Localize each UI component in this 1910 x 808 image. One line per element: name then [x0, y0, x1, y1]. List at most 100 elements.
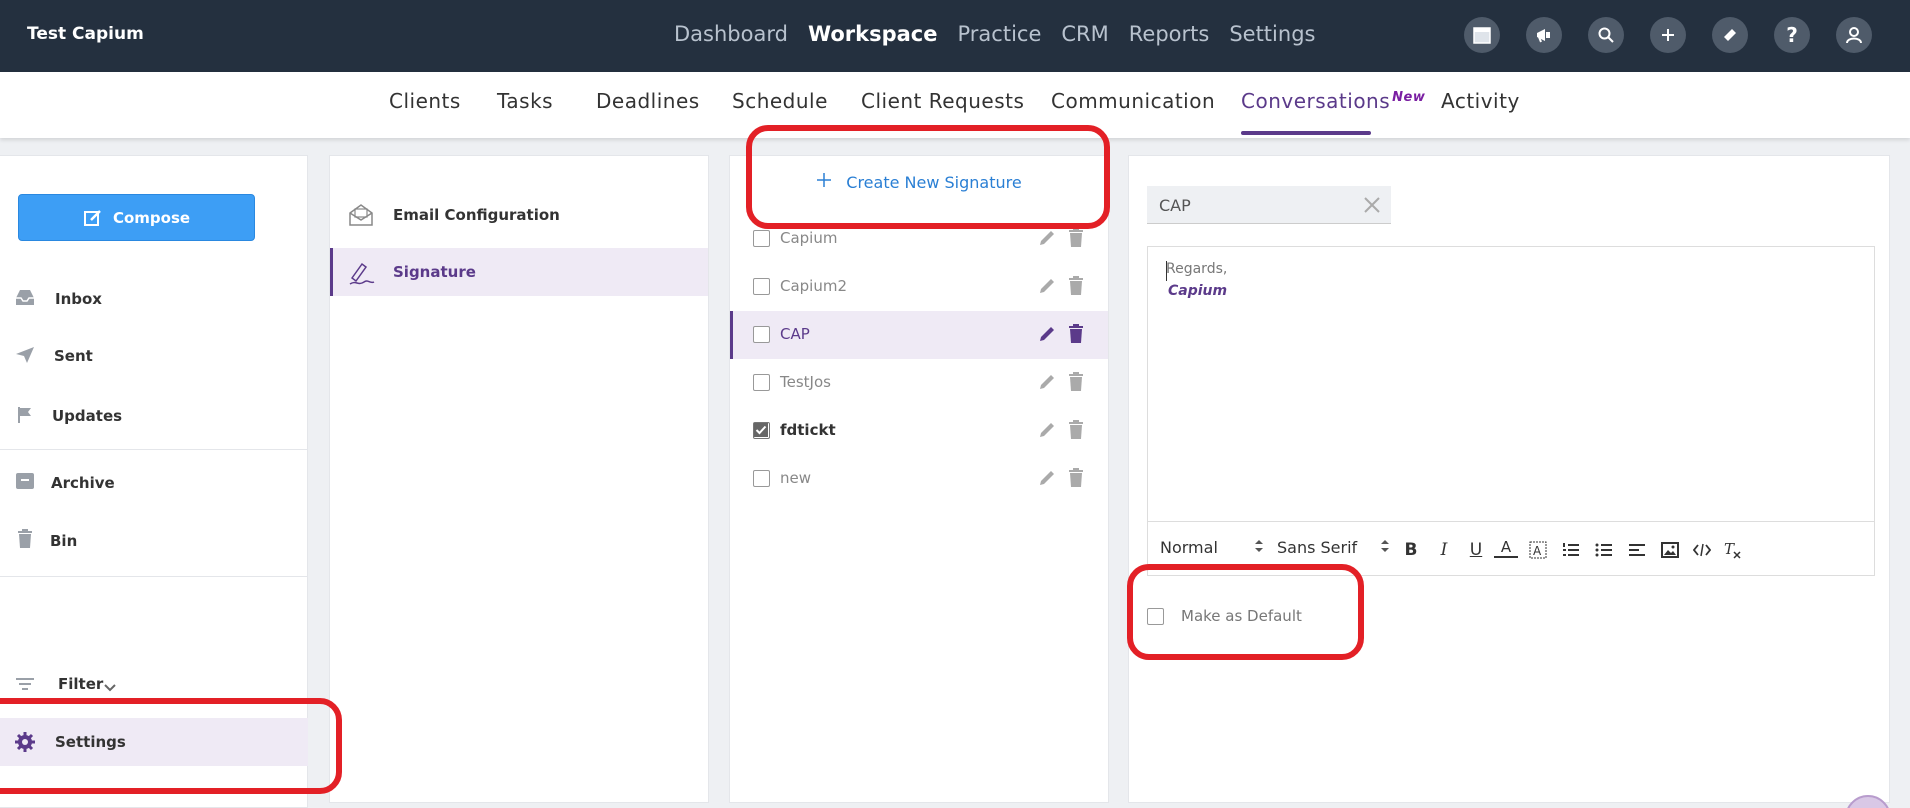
sidebar-item-bin[interactable]: Bin — [0, 516, 308, 564]
signature-name: new — [780, 469, 812, 487]
sidebar-item-archive[interactable]: Archive — [0, 458, 308, 506]
ordered-list-icon[interactable] — [1559, 538, 1583, 562]
rich-text-editor[interactable]: Regards, Capium Normal Sans Serif B I U … — [1147, 246, 1875, 576]
highlight-annotation — [1127, 564, 1364, 660]
tab-clients[interactable]: Clients — [389, 89, 461, 113]
editor-line-1: Regards, — [1166, 261, 1228, 277]
edit-icon[interactable] — [1037, 420, 1057, 444]
filter-label: Filter — [58, 675, 104, 693]
sidebar-item-updates[interactable]: Updates — [0, 392, 308, 440]
search-icon[interactable] — [1588, 17, 1624, 53]
help-icon[interactable]: ? — [1774, 17, 1810, 53]
tab-activity[interactable]: Activity — [1441, 89, 1520, 113]
nav-dashboard[interactable]: Dashboard — [674, 22, 788, 46]
svg-text:A: A — [1533, 544, 1542, 558]
bold-icon[interactable]: B — [1399, 538, 1423, 562]
signature-checkbox[interactable] — [753, 278, 770, 295]
tab-communication[interactable]: Communication — [1051, 89, 1215, 113]
nav-crm[interactable]: CRM — [1061, 22, 1108, 46]
signature-name-field[interactable]: CAP — [1147, 186, 1391, 224]
app-title[interactable]: Test Capium — [27, 24, 144, 44]
text-color-icon[interactable]: A — [1494, 538, 1518, 558]
delete-icon[interactable] — [1068, 372, 1084, 396]
tab-client-requests[interactable]: Client Requests — [861, 89, 1024, 113]
signature-icon — [348, 260, 376, 290]
signature-checkbox[interactable] — [753, 374, 770, 391]
size-select[interactable]: Normal — [1160, 538, 1218, 557]
menu-item-email-configuration[interactable]: Email Configuration — [330, 191, 708, 239]
user-icon[interactable] — [1836, 17, 1872, 53]
new-badge: New — [1392, 90, 1426, 105]
nav-practice[interactable]: Practice — [958, 22, 1042, 46]
signature-row[interactable]: new — [730, 455, 1108, 503]
signature-list-panel: Create New Signature Capium Capium2 CAP Tes… — [729, 155, 1109, 803]
tab-conversations[interactable]: Conversations New — [1241, 89, 1425, 113]
nav-reports[interactable]: Reports — [1129, 22, 1210, 46]
active-tab-indicator — [1241, 131, 1371, 135]
send-icon — [14, 344, 36, 366]
edit-icon[interactable] — [1037, 228, 1057, 252]
nav-settings[interactable]: Settings — [1229, 22, 1315, 46]
svg-text:T: T — [1724, 541, 1735, 558]
code-icon[interactable] — [1690, 538, 1714, 562]
chevron-down-icon — [104, 677, 116, 696]
signature-checkbox[interactable] — [753, 422, 770, 439]
delete-icon[interactable] — [1068, 468, 1084, 492]
signature-row[interactable]: fdtickt — [730, 407, 1108, 455]
archive-icon — [14, 470, 36, 492]
delete-icon[interactable] — [1068, 276, 1084, 300]
menu-item-signature[interactable]: Signature — [330, 248, 708, 296]
size-select-arrows-icon — [1254, 538, 1264, 558]
highlight-annotation — [0, 698, 342, 794]
sidebar-label-updates: Updates — [52, 407, 123, 425]
font-select[interactable]: Sans Serif — [1277, 538, 1357, 557]
sidebar-item-sent[interactable]: Sent — [0, 332, 308, 380]
signature-name: TestJos — [780, 373, 831, 391]
edit-icon[interactable] — [1037, 372, 1057, 396]
plus-icon[interactable] — [1650, 17, 1686, 53]
tab-deadlines[interactable]: Deadlines — [596, 89, 700, 113]
editor-line-2: Capium — [1168, 283, 1228, 299]
edit-icon[interactable] — [1037, 468, 1057, 492]
clear-format-icon[interactable]: T — [1721, 538, 1745, 562]
filter-icon — [14, 673, 36, 695]
sidebar-divider — [0, 449, 308, 450]
config-menu: Email Configuration Signature — [329, 155, 709, 803]
highlight-icon[interactable]: A — [1526, 538, 1550, 562]
edit-icon[interactable] — [1037, 324, 1057, 348]
envelope-icon — [348, 203, 374, 231]
calendar-icon[interactable] — [1464, 17, 1500, 53]
tab-conversations-label: Conversations — [1241, 89, 1391, 113]
compose-button[interactable]: Compose — [18, 194, 255, 241]
signature-row[interactable]: CAP — [730, 311, 1108, 359]
bullet-list-icon[interactable] — [1592, 538, 1616, 562]
close-icon[interactable] — [1363, 196, 1381, 218]
tab-schedule[interactable]: Schedule — [732, 89, 828, 113]
edit-icon[interactable] — [1037, 276, 1057, 300]
delete-icon[interactable] — [1068, 420, 1084, 444]
main-nav: Dashboard Workspace Practice CRM Reports… — [674, 22, 1315, 46]
sidebar-item-inbox[interactable]: Inbox — [0, 274, 308, 322]
align-icon[interactable] — [1625, 538, 1649, 562]
signature-name: fdtickt — [780, 421, 836, 439]
italic-icon[interactable]: I — [1432, 538, 1456, 562]
image-icon[interactable] — [1658, 538, 1682, 562]
signature-name: Capium2 — [780, 277, 848, 295]
signature-row[interactable]: TestJos — [730, 359, 1108, 407]
delete-icon[interactable] — [1068, 228, 1084, 252]
flag-icon — [14, 404, 36, 426]
nav-workspace[interactable]: Workspace — [808, 22, 938, 46]
signature-checkbox[interactable] — [753, 230, 770, 247]
tab-tasks[interactable]: Tasks — [497, 89, 553, 113]
top-bar: Test Capium Dashboard Workspace Practice… — [0, 0, 1910, 72]
underline-icon[interactable]: U — [1464, 538, 1488, 562]
compose-label: Compose — [112, 208, 191, 227]
signature-editor: CAP Regards, Capium Normal Sans Serif B … — [1128, 155, 1890, 803]
megaphone-icon[interactable] — [1526, 17, 1562, 53]
delete-icon[interactable] — [1068, 324, 1084, 348]
ticket-icon[interactable] — [1712, 17, 1748, 53]
signature-checkbox[interactable] — [753, 470, 770, 487]
signature-row[interactable]: Capium2 — [730, 263, 1108, 311]
sidebar-label-sent: Sent — [54, 347, 93, 365]
signature-checkbox[interactable] — [753, 326, 770, 343]
